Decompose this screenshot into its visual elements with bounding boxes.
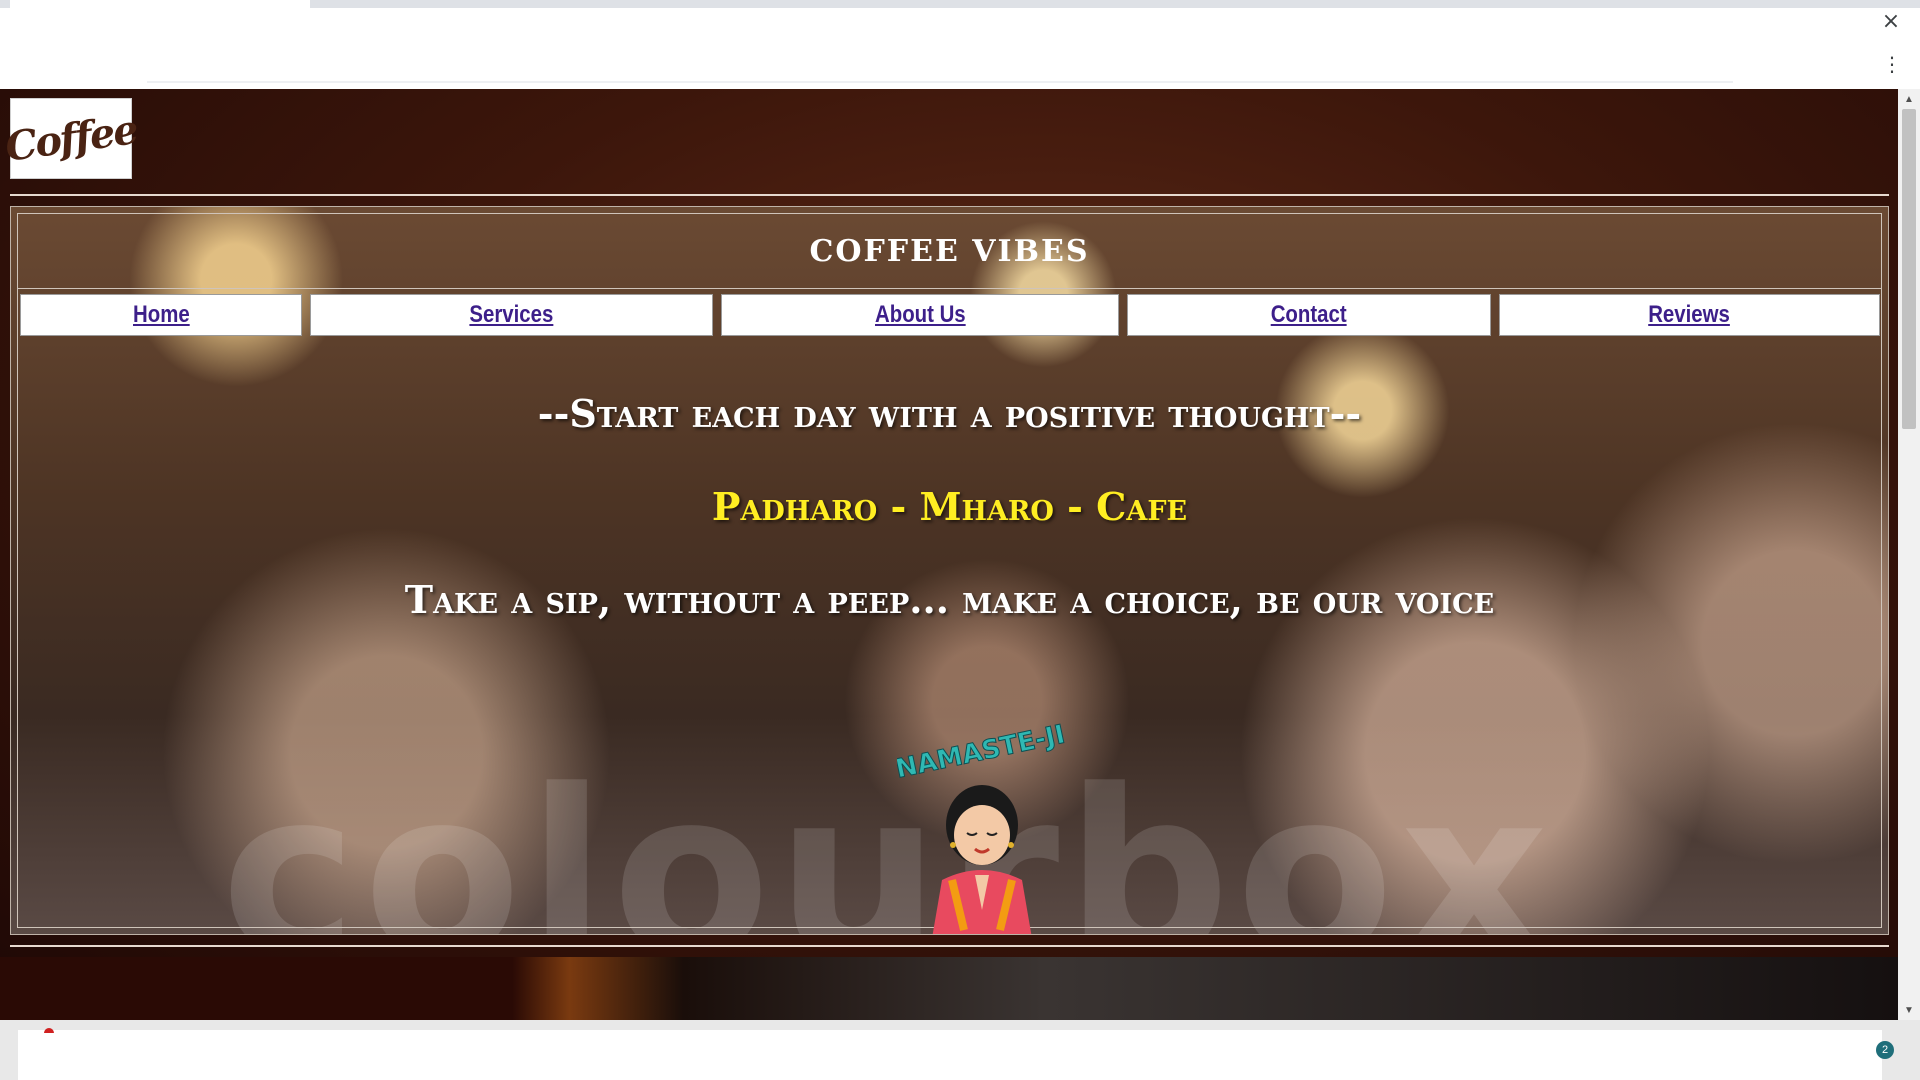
scroll-thumb[interactable] [1902,109,1916,429]
bottom-bar [0,1020,1920,1080]
divider-top [10,194,1889,196]
site-title: COFFEE VIBES [809,233,1090,269]
nav-link-services[interactable]: Services [470,301,554,329]
close-icon[interactable]: × [1876,6,1906,36]
nav-item-reviews[interactable]: Reviews [1499,294,1880,336]
nav-item-contact[interactable]: Contact [1127,294,1491,336]
scroll-down-arrow-icon[interactable]: ▼ [1898,1000,1920,1020]
nav-link-reviews[interactable]: Reviews [1649,301,1731,329]
nav-item-services[interactable]: Services [310,294,713,336]
browser-tab[interactable] [10,0,310,44]
coffee-image-section [0,957,1898,1020]
nav-link-contact[interactable]: Contact [1271,301,1347,329]
page-viewport: Coffee colourbox COFFEE VIBES Home Servi… [0,89,1898,1020]
vertical-scrollbar[interactable]: ▲ ▼ [1898,89,1920,1020]
divider-bottom [10,945,1889,947]
title-box: COFFEE VIBES [18,214,1881,289]
nav-link-about-us[interactable]: About Us [875,301,966,329]
tagline-positive-thought: --Start each day with a positive thought… [537,391,1362,436]
nav-item-about-us[interactable]: About Us [721,294,1119,336]
sticker-text: NAMASTE-JI [897,720,1067,785]
tagline-take-a-sip: Take a sip, without a peep... make a cho… [404,577,1495,622]
bottom-bar-panel [18,1030,1882,1080]
notification-badge[interactable]: 2 [1876,1041,1894,1059]
address-bar-divider [147,81,1733,83]
hero-banner: colourbox COFFEE VIBES Home Services Abo… [10,206,1889,935]
coffee-logo[interactable]: Coffee [2,98,140,179]
logo-text: Coffee [2,106,140,171]
scroll-up-arrow-icon[interactable]: ▲ [1898,89,1920,109]
tagline-padharo: Padharo - Mharo - Cafe [711,484,1188,529]
namaste-sticker-image: NAMASTE-JI [897,719,1067,934]
kebab-menu-icon[interactable]: ⋮ [1880,52,1904,76]
nav-item-home[interactable]: Home [20,294,302,336]
browser-toolbar: × ⋮ [0,0,1920,89]
red-indicator-icon [44,1028,54,1033]
main-nav: Home Services About Us Contact Reviews [18,294,1881,336]
nav-link-home[interactable]: Home [133,301,190,329]
